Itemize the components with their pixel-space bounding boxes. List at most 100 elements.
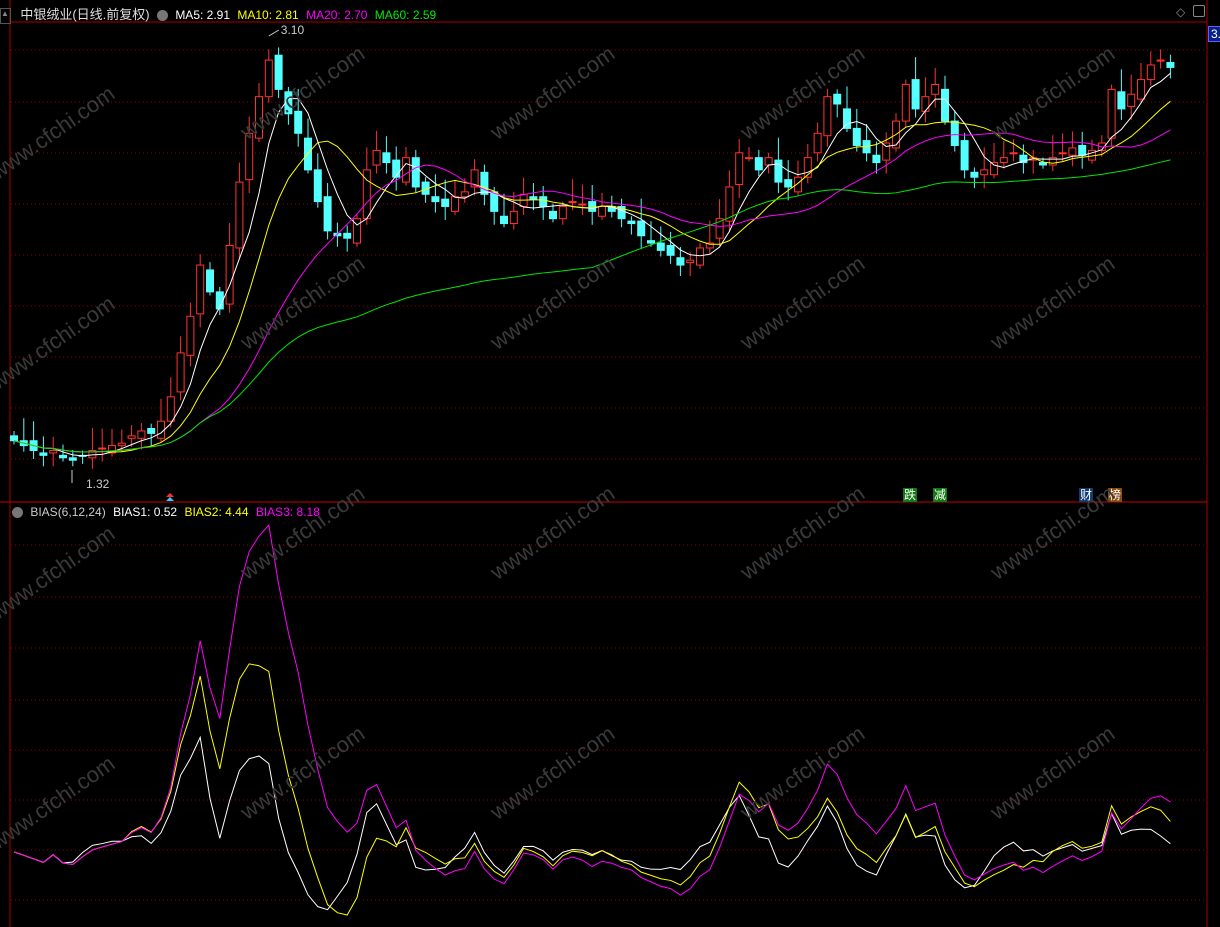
candle-down (490, 191, 499, 212)
candle-down (431, 196, 440, 203)
candle-down (676, 257, 685, 266)
candle-up (823, 96, 832, 137)
candle-down (843, 108, 851, 129)
candle-down (68, 457, 77, 461)
candle-up (402, 157, 410, 183)
candle-down (774, 159, 783, 183)
candle-up (1107, 88, 1116, 139)
candle-down (666, 245, 675, 256)
candle-up (460, 191, 469, 198)
ma60-value: MA60: 2.59 (374, 8, 437, 22)
candle-down (647, 240, 655, 244)
buy-signal-icon (166, 497, 174, 501)
bias2-line (13, 663, 1171, 916)
candle-down (480, 171, 489, 195)
candle-up (127, 435, 136, 439)
candle-up (372, 149, 381, 166)
candle-down (382, 152, 391, 164)
candle-down (1039, 162, 1047, 166)
candle-up (1127, 93, 1136, 107)
diamond-icon[interactable]: ◇ (1176, 5, 1185, 19)
candle-down (852, 127, 861, 146)
candle-up (568, 201, 577, 204)
buy-signal-icon (166, 493, 174, 497)
candle-up (980, 169, 989, 176)
candle-down (294, 110, 303, 134)
candle-down (1078, 144, 1087, 156)
candle-down (411, 157, 420, 188)
candle-up (264, 59, 273, 98)
bias2-value: BIAS2: 4.44 (184, 505, 249, 519)
main-legend: ▲ 中银绒业(日线.前复权) MA5: 2.91 MA10: 2.81 MA20… (0, 4, 440, 24)
candle-down (941, 88, 949, 122)
bias1-line (13, 735, 1171, 911)
candle-up (764, 157, 773, 166)
indicator-dropdown-icon[interactable] (12, 507, 23, 519)
candle-down (274, 54, 283, 90)
candle-down (950, 120, 959, 146)
candle-down (784, 179, 793, 188)
candle-up (186, 315, 195, 356)
candle-down (1117, 91, 1126, 110)
bias3-line (13, 523, 1171, 896)
candle-down (970, 171, 979, 178)
candle-down (549, 210, 557, 220)
candle-up (137, 430, 146, 439)
candle-up (931, 83, 940, 95)
candle-down (627, 220, 636, 225)
candle-up (598, 205, 606, 217)
candle-down (343, 232, 352, 239)
candle-up (1009, 152, 1018, 155)
candle-down (323, 196, 332, 232)
candle-up (1146, 64, 1155, 81)
candle-up (813, 132, 822, 154)
candle-up (166, 396, 175, 422)
event-tag-rank[interactable]: 榜 (1108, 488, 1123, 502)
indicator-name: BIAS(6,12,24) (30, 505, 106, 519)
ma5-value: MA5: 2.91 (175, 8, 231, 22)
candle-up (745, 157, 753, 160)
ma20-line (13, 129, 1171, 453)
candle-down (39, 452, 48, 456)
candle-down (10, 435, 18, 442)
candle-up (735, 152, 744, 186)
panel-toggle-icon[interactable] (1193, 5, 1205, 17)
settings-dropdown-icon[interactable] (156, 10, 168, 22)
scroll-up-button[interactable]: ▲ (0, 7, 11, 24)
indicator-legend: BIAS(6,12,24) BIAS1: 0.52 BIAS2: 4.44 BI… (12, 505, 324, 519)
ma20-value: MA20: 2.70 (306, 8, 368, 22)
candle-up (696, 247, 704, 266)
candle-up (225, 245, 234, 305)
candle-up (255, 96, 263, 139)
candle-down (588, 201, 597, 212)
stock-chart[interactable]: 3.10 1.32 (0, 0, 1220, 927)
candle-up (235, 181, 244, 249)
candle-up (157, 420, 165, 439)
candle-up (509, 210, 518, 225)
ma10-value: MA10: 2.81 (237, 8, 299, 22)
candle-down (59, 454, 67, 459)
candle-down (313, 169, 322, 203)
event-tag-finance[interactable]: 财 (1079, 488, 1094, 502)
event-tag-reduce[interactable]: 减 (933, 488, 948, 502)
candle-up (1068, 147, 1077, 156)
candle-up (999, 157, 1008, 164)
candle-down (833, 93, 842, 105)
candle-up (578, 203, 587, 206)
candle-up (1058, 152, 1067, 155)
candle-down (392, 159, 401, 178)
candle-down (960, 140, 969, 171)
candle-up (686, 259, 695, 264)
ma5-line (13, 72, 1171, 457)
candle-down (1166, 62, 1175, 68)
candle-up (1137, 79, 1145, 100)
price-tag: 3. (1208, 26, 1220, 42)
event-tag-drop[interactable]: 跌 (903, 488, 918, 502)
low-label: 1.32 (86, 477, 110, 491)
candle-down (872, 154, 881, 164)
candle-down (529, 196, 538, 200)
candle-up (1156, 59, 1165, 62)
candle-down (911, 79, 920, 110)
candle-up (49, 449, 58, 454)
candle-down (147, 428, 156, 434)
